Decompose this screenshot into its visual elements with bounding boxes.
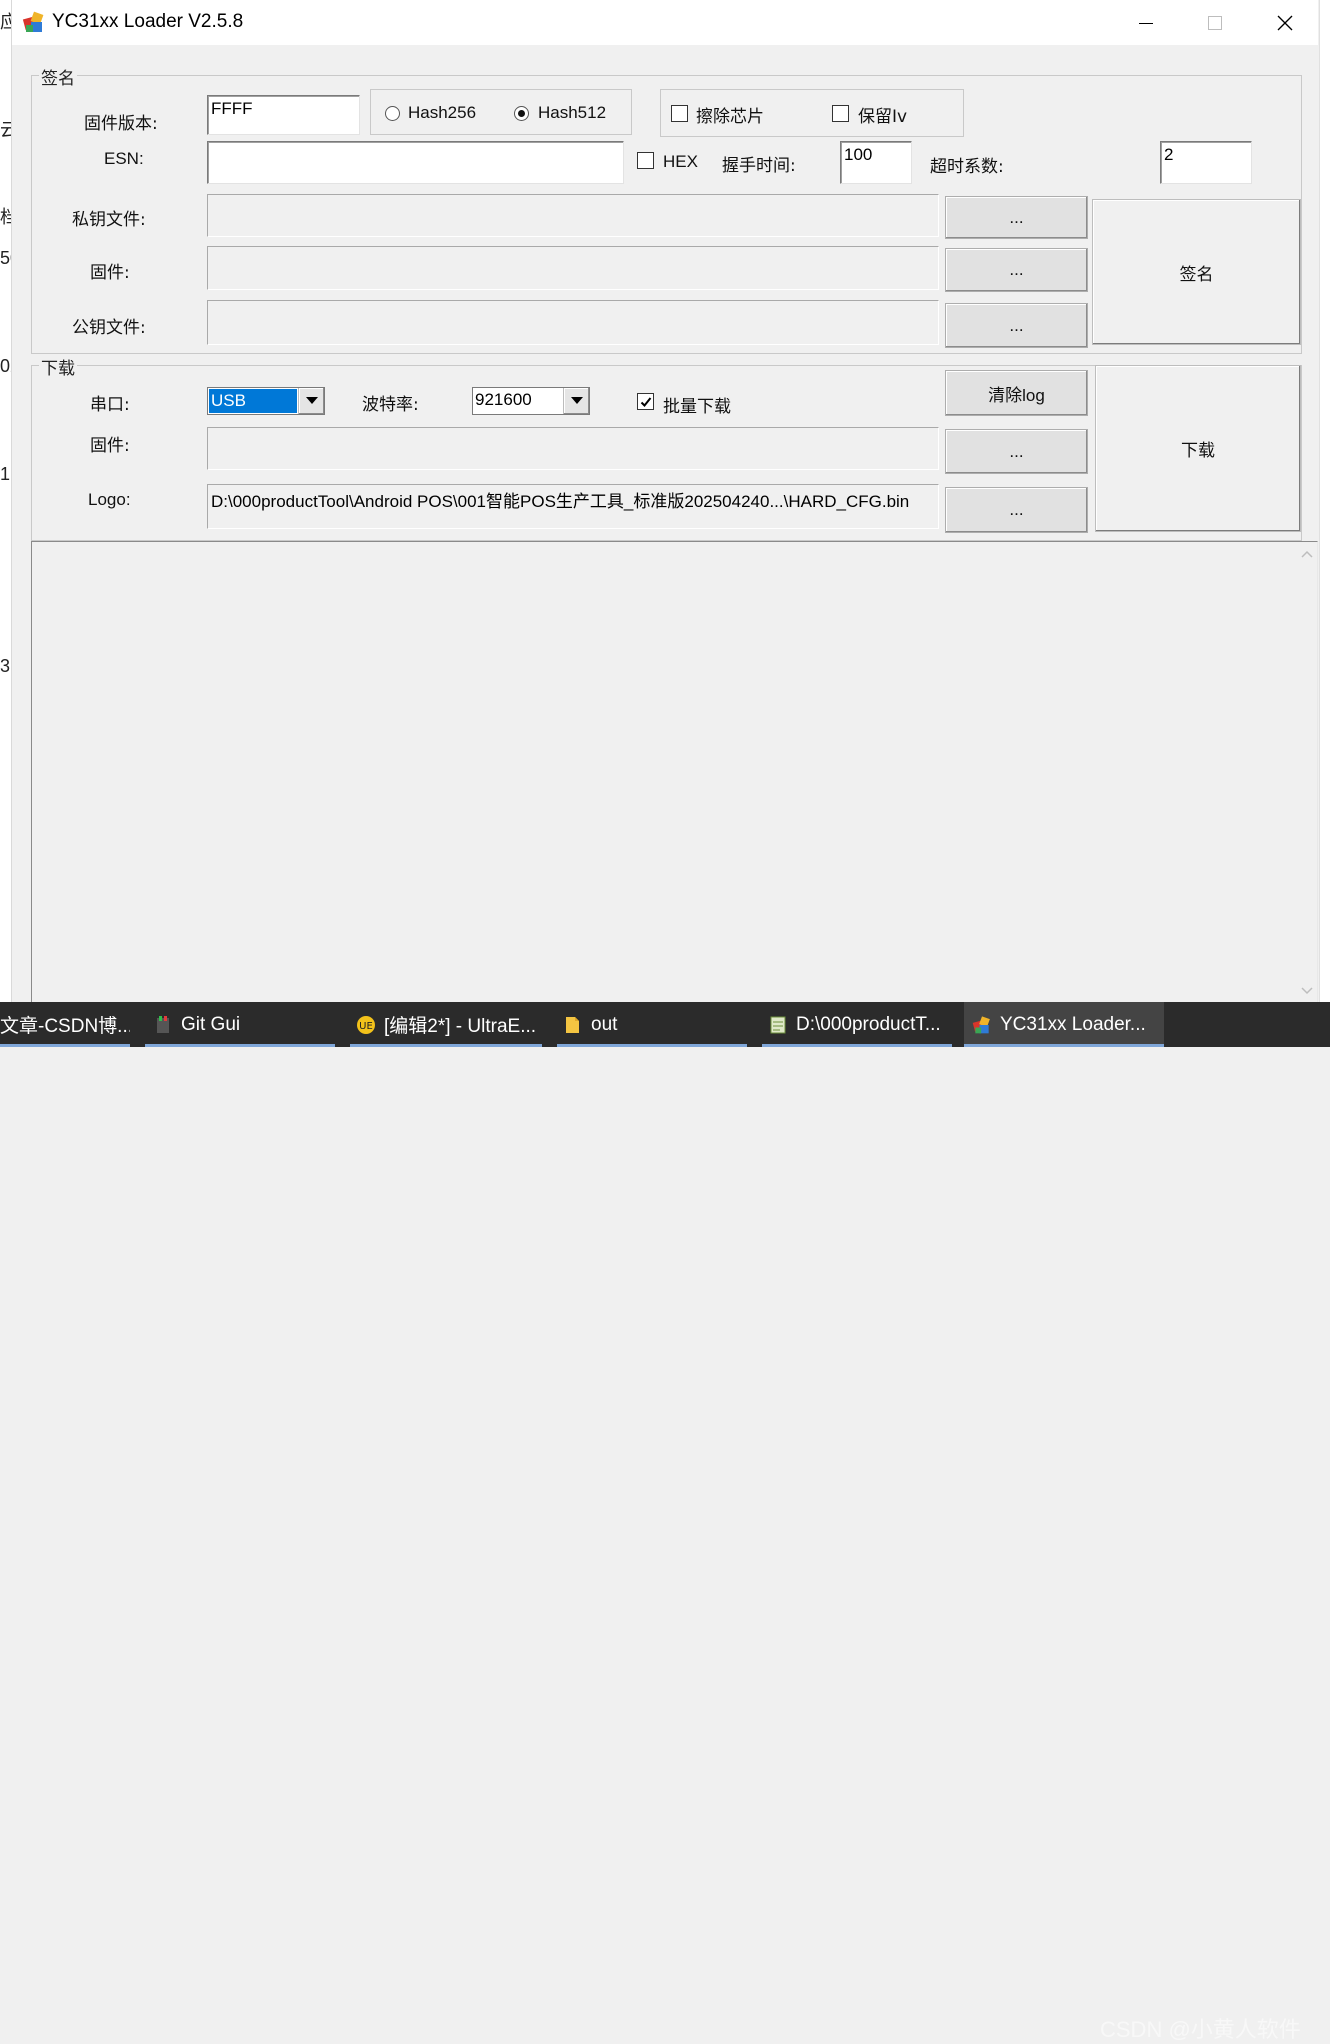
keep-iv-label: 保留Iv bbox=[858, 107, 908, 127]
browse-sign-firmware-button[interactable]: ... bbox=[945, 248, 1088, 292]
taskbar-item-label: out bbox=[591, 1013, 618, 1035]
baud-rate-value: 921600 bbox=[475, 390, 532, 409]
log-output[interactable] bbox=[31, 541, 1318, 1003]
background-fragment: 云 bbox=[0, 116, 11, 142]
taskbar: 文章-CSDN博... Git Gui UE [编辑2*] - UltraE..… bbox=[0, 1002, 1330, 2042]
folder-icon bbox=[566, 1016, 579, 1033]
main-panel: 签名 固件版本: FFFF Hash256 Hash512 擦除芯片 保留Iv … bbox=[12, 45, 1318, 1003]
close-icon bbox=[1277, 15, 1293, 30]
taskbar-item-git-gui[interactable]: Git Gui bbox=[145, 1002, 335, 1047]
browse-public-key-button[interactable]: ... bbox=[945, 303, 1088, 348]
baud-rate-select[interactable]: 921600 bbox=[472, 387, 590, 415]
serial-port-label: 串口: bbox=[90, 395, 130, 415]
svg-text:UE: UE bbox=[359, 1021, 373, 1032]
esn-label: ESN: bbox=[104, 149, 144, 168]
taskbar-item-label: Git Gui bbox=[181, 1013, 241, 1035]
checkmark-icon bbox=[640, 396, 651, 407]
private-key-path bbox=[207, 194, 939, 237]
background-fragment: 1 bbox=[0, 464, 11, 484]
taskbar-item-label: YC31xx Loader... bbox=[1000, 1013, 1146, 1035]
hash512-radio[interactable] bbox=[514, 106, 529, 121]
browse-private-key-button[interactable]: ... bbox=[945, 196, 1088, 239]
chevron-down-icon bbox=[570, 397, 583, 404]
background-fragment: 50 bbox=[0, 248, 11, 268]
serial-port-value: USB bbox=[209, 389, 297, 413]
hash512-label: Hash512 bbox=[538, 103, 607, 122]
background-fragment: 02 bbox=[0, 356, 11, 376]
timeout-factor-input[interactable]: 2 bbox=[1160, 141, 1252, 184]
background-window-edge-right bbox=[1319, 0, 1330, 1002]
baud-rate-dropdown-button[interactable] bbox=[563, 388, 589, 414]
scroll-up-icon[interactable] bbox=[1301, 550, 1313, 558]
sign-firmware-path bbox=[207, 246, 939, 290]
timeout-factor-label: 超时系数: bbox=[930, 157, 1004, 177]
minimize-icon bbox=[1139, 22, 1153, 24]
public-key-label: 公钥文件: bbox=[72, 318, 146, 338]
background-fragment: 3.0 bbox=[0, 656, 11, 676]
download-firmware-label: 固件: bbox=[90, 436, 130, 456]
hex-checkbox[interactable] bbox=[637, 152, 654, 169]
serial-port-dropdown-button[interactable] bbox=[298, 388, 324, 414]
taskbar-item-yc-loader[interactable]: YC31xx Loader... bbox=[964, 1002, 1164, 1047]
maximize-icon bbox=[1208, 15, 1222, 30]
taskbar-item-label: D:\000productT... bbox=[796, 1013, 941, 1035]
handshake-time-input[interactable]: 100 bbox=[840, 141, 912, 184]
private-key-label: 私钥文件: bbox=[72, 210, 146, 230]
yc-loader-app-icon bbox=[22, 11, 44, 32]
git-gui-icon bbox=[157, 1015, 169, 1033]
background-window-edge: 应 云 档 50 02 1 3.0 bbox=[0, 0, 12, 1002]
erase-chip-checkbox[interactable] bbox=[671, 105, 688, 122]
hex-label: HEX bbox=[663, 152, 698, 171]
serial-port-select[interactable]: USB bbox=[207, 387, 325, 415]
background-fragment: 档 bbox=[0, 203, 11, 229]
ultraedit-icon: UE bbox=[357, 1015, 375, 1034]
browse-download-firmware-button[interactable]: ... bbox=[945, 429, 1088, 474]
taskbar-item-notepad[interactable]: D:\000productT... bbox=[762, 1002, 952, 1047]
firmware-version-input[interactable]: FFFF bbox=[207, 95, 360, 135]
batch-download-label: 批量下载 bbox=[663, 397, 731, 417]
public-key-path bbox=[207, 300, 939, 345]
taskbar-item-ultraedit[interactable]: UE [编辑2*] - UltraE... bbox=[350, 1002, 542, 1047]
erase-chip-label: 擦除芯片 bbox=[696, 107, 764, 127]
close-button[interactable] bbox=[1250, 0, 1320, 45]
download-group-legend: 下载 bbox=[39, 354, 77, 379]
taskbar-item-label: 文章-CSDN博... bbox=[0, 1016, 130, 1037]
log-scrollbar[interactable] bbox=[1297, 542, 1317, 1003]
radio-selected-dot bbox=[518, 110, 525, 117]
hash256-radio[interactable] bbox=[385, 106, 400, 121]
download-button[interactable]: 下载 bbox=[1095, 365, 1301, 532]
title-bar[interactable]: YC31xx Loader V2.5.8 bbox=[12, 0, 1318, 45]
taskbar-item-label: [编辑2*] - UltraE... bbox=[384, 1016, 537, 1037]
sign-group-legend: 签名 bbox=[39, 64, 77, 89]
notepad-icon bbox=[770, 1016, 786, 1033]
logo-label: Logo: bbox=[88, 490, 131, 509]
sign-firmware-label: 固件: bbox=[90, 263, 130, 283]
maximize-button[interactable] bbox=[1180, 0, 1250, 45]
background-fragment: 应 bbox=[0, 8, 11, 34]
chevron-down-icon bbox=[305, 397, 318, 404]
sign-button[interactable]: 签名 bbox=[1092, 199, 1301, 345]
csdn-watermark: CSDN @小黄人软件 bbox=[1100, 2017, 1301, 2042]
clear-log-button[interactable]: 清除log bbox=[945, 370, 1088, 416]
minimize-button[interactable] bbox=[1111, 0, 1181, 45]
batch-download-checkbox[interactable] bbox=[637, 393, 654, 410]
window-title: YC31xx Loader V2.5.8 bbox=[52, 11, 244, 32]
hash256-label: Hash256 bbox=[408, 103, 477, 122]
firmware-version-label: 固件版本: bbox=[84, 114, 158, 134]
browse-logo-button[interactable]: ... bbox=[945, 487, 1088, 533]
taskbar-item-folder[interactable]: out bbox=[557, 1002, 747, 1047]
logo-path: D:\000productTool\Android POS\001智能POS生产… bbox=[207, 484, 939, 529]
baud-rate-label: 波特率: bbox=[362, 395, 419, 415]
taskbar-item-browser[interactable]: 文章-CSDN博... bbox=[0, 1002, 130, 1047]
handshake-time-label: 握手时间: bbox=[722, 156, 796, 176]
download-firmware-path bbox=[207, 427, 939, 470]
yc-loader-app-icon bbox=[972, 1015, 990, 1033]
scroll-down-icon[interactable] bbox=[1301, 987, 1313, 995]
esn-input[interactable] bbox=[207, 141, 624, 184]
keep-iv-checkbox[interactable] bbox=[832, 105, 849, 122]
